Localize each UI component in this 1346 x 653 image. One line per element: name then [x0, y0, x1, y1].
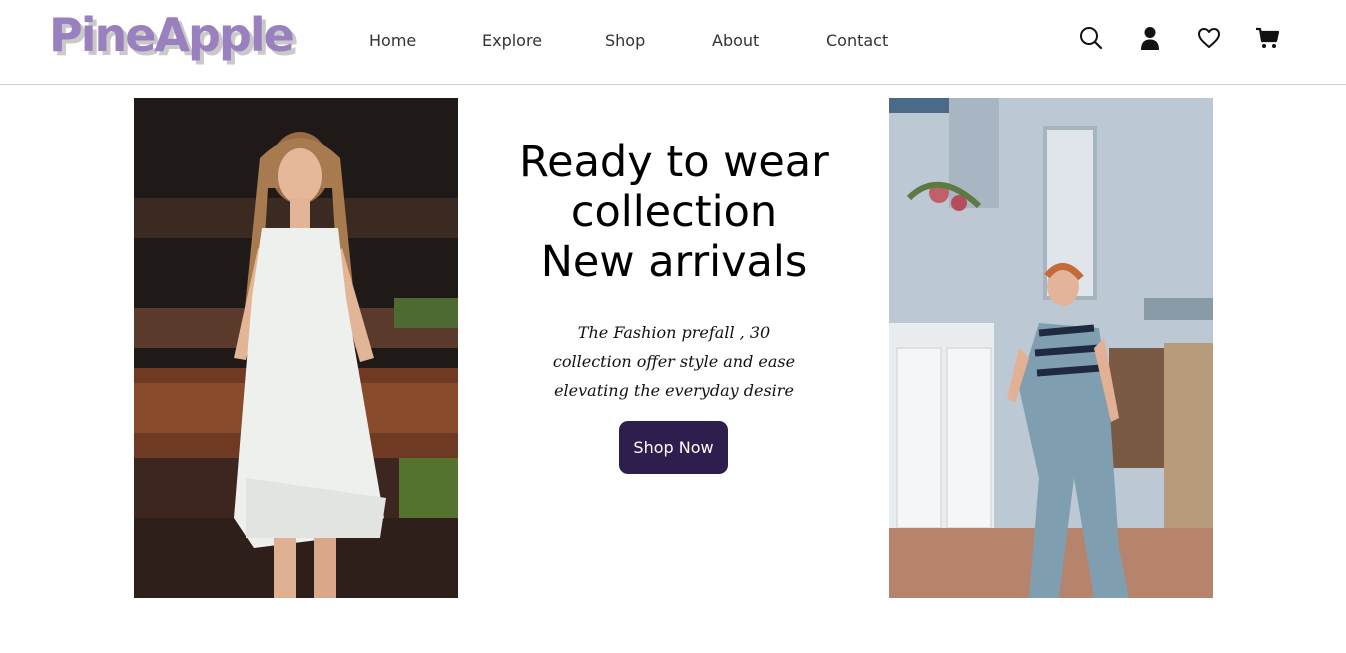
hero-subtitle-line: The Fashion prefall , 30 — [577, 323, 771, 342]
nav-link-explore[interactable]: Explore — [482, 30, 542, 52]
brand-logo[interactable]: PineApple — [49, 6, 295, 64]
hero-subtitle-line: collection offer style and ease — [552, 352, 796, 371]
hero-title-line: New arrivals — [540, 237, 808, 287]
nav-link-shop[interactable]: Shop — [605, 30, 645, 52]
shop-now-button[interactable]: Shop Now — [619, 421, 728, 474]
hero-title-line: Ready to wear — [519, 137, 829, 187]
nav-link-contact[interactable]: Contact — [826, 30, 888, 52]
top-navbar: PineApple Home Explore Shop About Contac… — [0, 0, 1346, 85]
cart-icon[interactable] — [1254, 24, 1282, 52]
hero-title-line: collection — [570, 187, 778, 237]
woman-in-white-dress-photo — [134, 98, 458, 598]
hero-subtitle: The Fashion prefall , 30 collection offe… — [500, 318, 848, 405]
hero-title: Ready to wear collection New arrivals — [474, 137, 874, 287]
woman-in-denim-jumpsuit-photo — [889, 98, 1213, 598]
user-icon[interactable] — [1136, 24, 1164, 52]
nav-link-about[interactable]: About — [712, 30, 759, 52]
heart-icon[interactable] — [1195, 24, 1223, 52]
search-icon[interactable] — [1077, 24, 1105, 52]
nav-link-home[interactable]: Home — [369, 30, 416, 52]
hero-subtitle-line: elevating the everyday desire — [554, 381, 794, 400]
